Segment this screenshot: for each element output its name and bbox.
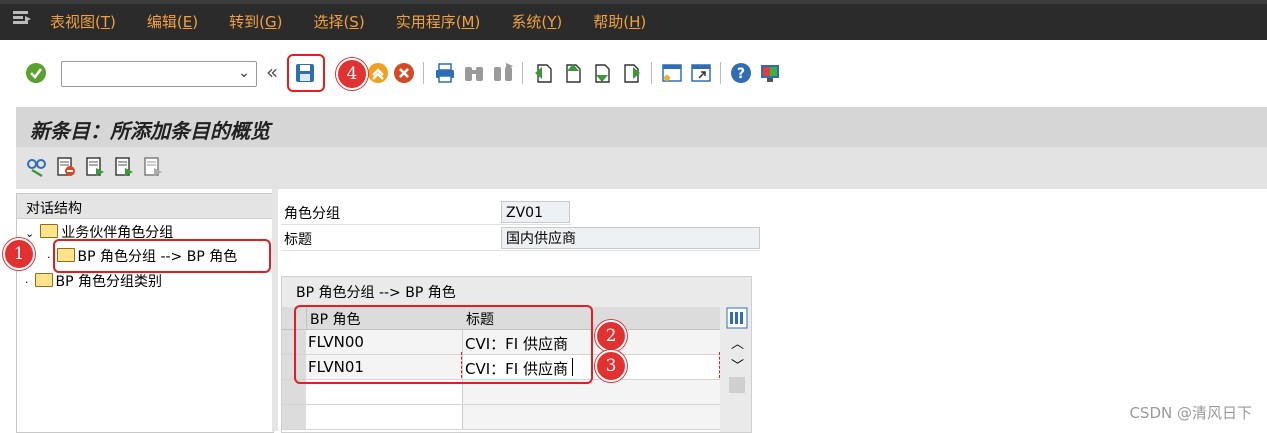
menu-system[interactable]: 系统(Y) (511, 11, 562, 32)
find-icon[interactable] (462, 61, 486, 85)
bp-role-cell[interactable] (306, 405, 463, 429)
save-highlight-box (287, 54, 325, 92)
help-icon[interactable]: ? (729, 61, 753, 85)
focused-cell-marker (461, 352, 720, 378)
tree-selection-highlight-box (53, 239, 271, 273)
pane-splitter[interactable] (272, 189, 278, 431)
cancel-icon[interactable] (392, 61, 416, 85)
tree-header-label: 对话结构 (26, 201, 82, 217)
last-page-icon[interactable] (619, 61, 643, 85)
collapse-command-icon[interactable]: « (266, 60, 278, 84)
shortcut-icon[interactable] (689, 61, 713, 85)
role-group-field[interactable]: ZV01 (501, 201, 570, 223)
title-label: 标题 (284, 232, 312, 248)
tree-node-label: BP 角色分组类别 (55, 274, 163, 290)
confirm-icon[interactable] (24, 61, 48, 85)
group-title: BP 角色分组 --> BP 角色 (296, 285, 456, 301)
annotation-badge-3: 3 (595, 350, 627, 382)
toolbar-separator (651, 62, 652, 84)
new-session-icon[interactable] (660, 61, 684, 85)
next-entry-icon[interactable] (113, 156, 135, 178)
find-next-icon[interactable] (491, 61, 515, 85)
scroll-up-icon[interactable]: ︿ (731, 333, 744, 352)
chevron-down-icon[interactable]: ⌄ (238, 65, 250, 81)
menu-help[interactable]: 帮助(H) (593, 11, 646, 32)
annotation-badge-1: 1 (3, 238, 35, 270)
command-field[interactable]: ⌄ (61, 61, 257, 87)
column-settings-icon[interactable] (726, 307, 748, 329)
tree-node-role-grouping-category[interactable]: · BP 角色分组类别 (25, 271, 162, 291)
page-title: 新条目：所添加条目的概览 (30, 119, 270, 143)
annotation-badge-4: 4 (336, 58, 368, 90)
menu-edit[interactable]: 编辑(E) (147, 11, 198, 32)
application-toolbar (16, 147, 1267, 189)
prev-page-icon[interactable] (561, 61, 585, 85)
scroll-thumb[interactable] (729, 377, 745, 393)
first-page-icon[interactable] (532, 61, 556, 85)
menu-selection[interactable]: 选择(S) (313, 11, 364, 32)
print-icon[interactable] (433, 61, 457, 85)
exit-icon[interactable] (366, 61, 390, 85)
standard-toolbar: ⌄ « ? 4 (0, 40, 1267, 102)
toolbar-separator (720, 62, 721, 84)
display-change-icon[interactable] (26, 156, 48, 178)
role-group-label: 角色分组 (284, 206, 340, 222)
dialog-structure-tree: 对话结构 ⌄ 业务伙伴角色分组 · BP 角色分组 --> BP 角色 · BP 角色… (16, 193, 274, 433)
menu-table-view[interactable]: 表视图(T) (50, 11, 116, 32)
annotation-badge-2: 2 (595, 320, 627, 352)
menu-goto[interactable]: 转到(G) (229, 11, 282, 32)
title-field[interactable]: 国内供应商 (501, 227, 760, 249)
tree-bullet-icon: · (47, 251, 51, 264)
next-page-icon[interactable] (590, 61, 614, 85)
menu-utilities[interactable]: 实用程序(M) (396, 11, 481, 32)
tree-header: 对话结构 (17, 194, 273, 219)
form-divider (281, 250, 760, 251)
table-row[interactable] (282, 405, 720, 430)
screen-title-bar: 新条目：所添加条目的概览 (16, 107, 1267, 147)
watermark: CSDN @清风日下 (1129, 404, 1252, 422)
previous-entry-icon[interactable] (84, 156, 106, 178)
menu-bar: 表视图(T) 编辑(E) 转到(G) 选择(S) 实用程序(M) 系统(Y) 帮… (0, 0, 1267, 40)
tree-bullet-icon: · (25, 276, 29, 289)
scroll-down-icon[interactable]: ﹀ (731, 355, 744, 374)
form-divider (281, 224, 571, 225)
customize-layout-icon[interactable] (758, 61, 782, 85)
row-selector[interactable] (282, 405, 307, 429)
delete-entry-icon[interactable] (55, 156, 77, 178)
undo-change-icon[interactable] (142, 156, 164, 178)
toolbar-separator (423, 62, 424, 84)
toolbar-separator (522, 62, 523, 84)
sap-menu-icon[interactable] (12, 10, 32, 26)
chevron-down-icon[interactable]: ⌄ (25, 227, 34, 240)
folder-icon (40, 224, 59, 238)
folder-icon (34, 273, 53, 287)
svg-text:?: ? (737, 66, 745, 82)
table-scrollbar[interactable]: ︿ ﹀ (726, 307, 748, 432)
menu-top-strip (0, 0, 1267, 4)
title-cell[interactable] (463, 405, 720, 429)
